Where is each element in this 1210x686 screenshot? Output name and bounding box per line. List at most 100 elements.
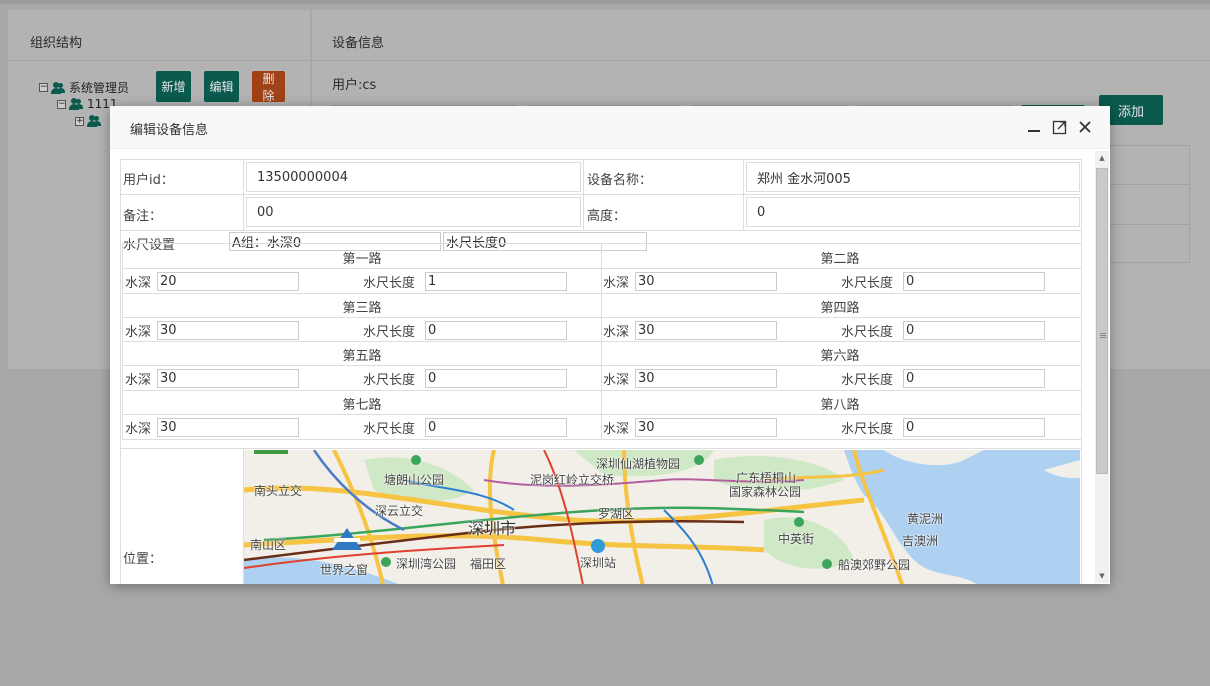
map-label-luohu: 罗湖区 [598,507,635,521]
map-label-nigang: 泥岗红岭立交桥 [530,473,615,487]
length-label: 水尺长度 [841,324,894,340]
height-field[interactable]: 0 [746,197,1080,227]
height-label: 高度： [587,209,627,224]
modal-title: 编辑设备信息 [130,123,209,138]
minimize-icon[interactable] [1025,118,1043,136]
route-depth-field[interactable]: 30 [157,320,299,340]
device-panel-divider [312,60,1210,61]
route-length-field[interactable]: 0 [903,272,1045,291]
org-panel-divider [8,60,310,61]
device-name-field[interactable]: 郑州 金水河005 [746,162,1080,192]
close-icon[interactable] [1076,118,1094,136]
route-depth-field[interactable]: 30 [635,417,777,437]
scroll-up-icon[interactable]: ▲ [1095,151,1109,165]
device-name-label: 设备名称： [587,173,653,188]
route-length-field[interactable]: 1 [425,272,567,291]
grid-line [123,365,1081,366]
route-depth-field[interactable]: 30 [157,417,299,437]
maximize-icon[interactable] [1050,118,1068,136]
map-label-xianhu: 深圳仙湖植物园 [596,457,681,471]
tree-node-root[interactable]: − 系统管理员 [39,79,129,96]
top-bar [0,0,1210,4]
route-title: 第二路 [820,252,860,267]
users-icon [69,98,84,110]
length-label: 水尺长度 [363,276,416,291]
map-label-wutong2: 国家森林公园 [729,485,802,499]
modal-scrollbar[interactable]: ▲ ▼ [1095,151,1109,583]
grid-line [123,292,1081,294]
grid-line [121,448,1081,449]
depth-label: 水深 [125,373,152,388]
location-map[interactable]: 南头立交 塘朗山公园 泥岗红岭立交桥 深圳仙湖植物园 广东梧桐山 国家森林公园 … [244,450,1080,584]
route-title: 第三路 [342,300,382,316]
grid-line [743,160,744,230]
grid-line [121,194,1081,195]
expand-icon[interactable]: + [75,116,84,126]
route-length-field[interactable]: 0 [903,320,1045,340]
tree-node-grandchild[interactable]: + [75,115,102,127]
route-depth-field[interactable]: 30 [635,369,777,388]
route-length-field[interactable]: 0 [425,417,567,437]
route-title: 第五路 [342,349,382,364]
depth-label: 水深 [125,421,152,437]
route-length-field[interactable]: 0 [903,369,1045,388]
route-title: 第一路 [342,252,382,267]
depth-label: 水深 [603,373,630,388]
grid-line [583,160,584,230]
map-label-futian: 福田区 [470,557,507,571]
user-id-field[interactable]: 13500000004 [246,162,581,192]
route-title: 第八路 [820,397,860,413]
map-label-shenyun: 深云立交 [375,504,424,518]
route-length-field[interactable]: 0 [903,417,1045,437]
tree-node-root-label: 系统管理员 [69,81,130,95]
map-label-nantou: 南头立交 [254,484,303,498]
modal-header: 编辑设备信息 [110,106,1110,149]
edit-device-modal: 编辑设备信息 用户id： 13500000004 设备名称： 郑州 金水河005… [110,106,1110,584]
map-label-shenzhen: 深圳市 [468,519,517,538]
route-depth-field[interactable]: 20 [157,272,299,291]
tree-node-child[interactable]: − 1111 [57,97,118,111]
modal-body: 用户id： 13500000004 设备名称： 郑州 金水河005 备注： 00… [110,149,1110,584]
add-org-button[interactable]: 新增 [156,71,191,102]
map-label-zhongying: 中英街 [778,532,815,546]
route-depth-field[interactable]: 30 [635,272,777,291]
route-length-field[interactable]: 0 [425,320,567,340]
map-label-station: 深圳站 [580,556,617,570]
depth-label: 水深 [603,324,630,340]
length-label: 水尺长度 [363,421,416,437]
grid-line [601,244,602,439]
depth-label: 水深 [603,421,630,437]
route-title: 第四路 [820,300,860,316]
users-icon [87,115,102,127]
grid-line [121,230,1081,231]
route-depth-field[interactable]: 30 [157,369,299,388]
route-title: 第七路 [342,397,382,413]
delete-org-button[interactable]: 删除 [252,71,285,103]
grid-line [123,413,1081,415]
device-panel-title: 设备信息 [332,36,385,51]
map-label-jiao: 吉澳洲 [902,534,939,548]
org-panel-title: 组织结构 [30,36,83,51]
grid-line [243,160,244,230]
length-label: 水尺长度 [363,324,416,340]
map-label-chuannao: 船澳郊野公园 [838,558,911,572]
remark-field[interactable]: 00 [246,197,581,227]
collapse-icon[interactable]: − [57,99,66,109]
remark-label: 备注： [123,209,163,224]
users-icon [51,81,66,94]
route-title: 第六路 [820,349,860,364]
scroll-down-icon[interactable]: ▼ [1095,569,1109,583]
route-depth-field[interactable]: 30 [635,320,777,340]
depth-label: 水深 [125,276,152,291]
map-label-wanpark: 深圳湾公园 [396,557,457,571]
edit-org-button[interactable]: 编辑 [204,71,239,102]
route-length-field[interactable]: 0 [425,369,567,388]
routes-table: 第一路 水深 20 水尺长度 1 第二路 水深 30 水尺长度 0 第三路 水深 30 水尺长度 0 第四路水… [122,243,1082,440]
length-label: 水尺长度 [841,276,894,291]
scroll-thumb[interactable] [1096,168,1108,474]
map-label-nanshan: 南山区 [250,538,287,552]
grid-line [123,316,1081,318]
depth-label: 水深 [603,276,630,291]
collapse-icon[interactable]: − [39,83,48,92]
location-label: 位置： [123,552,163,567]
